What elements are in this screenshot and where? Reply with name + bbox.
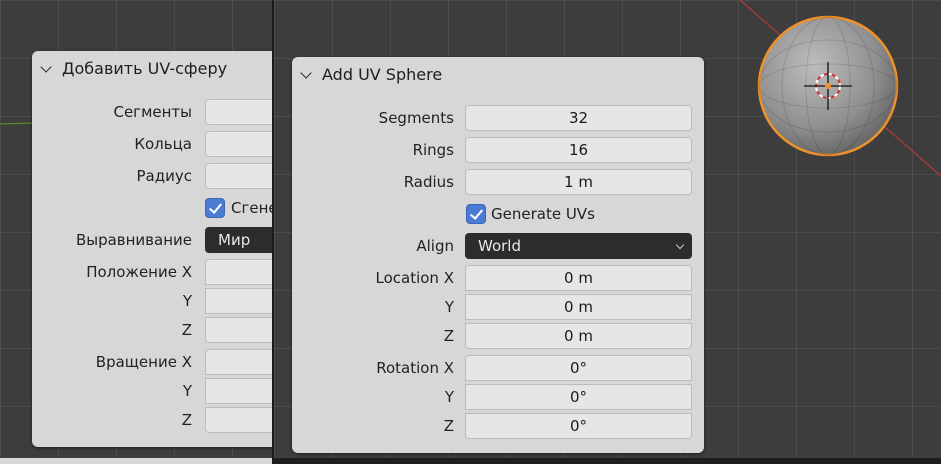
chevron-down-icon[interactable] [300, 68, 314, 82]
location-y-field-ru[interactable] [205, 288, 272, 314]
segments-field[interactable]: 32 [465, 105, 692, 131]
segments-label-ru: Сегменты [113, 103, 192, 121]
generate-uvs-label-ru: Сгене [231, 199, 272, 217]
rotation-x-field[interactable]: 0° [465, 355, 692, 381]
left-bottom-strip [0, 458, 272, 464]
chevron-down-icon[interactable] [40, 62, 54, 76]
radius-field-ru[interactable] [205, 163, 272, 189]
rotation-y-label-ru: Y [182, 382, 192, 400]
panel-header-ru[interactable]: Добавить UV-сферу [40, 59, 227, 78]
location-x-field-ru[interactable] [205, 259, 272, 285]
rotation-x-field-ru[interactable] [205, 349, 272, 375]
rotation-y-field-ru[interactable] [205, 378, 272, 404]
add-uv-sphere-panel-ru: Добавить UV-сферу Сегменты Кольца Радиус… [32, 51, 272, 447]
radius-label: Radius [403, 173, 454, 191]
panel-title-ru: Добавить UV-сферу [62, 59, 228, 78]
location-y-label: Y [444, 298, 454, 316]
segments-label: Segments [378, 109, 454, 127]
location-x-label: Location X [375, 269, 455, 287]
rotation-x-label-ru: Вращение X [95, 353, 192, 371]
location-z-label: Z [443, 327, 454, 345]
generate-uvs-label: Generate UVs [491, 205, 595, 223]
location-z-field-ru[interactable] [205, 317, 272, 343]
location-x-field[interactable]: 0 m [465, 265, 692, 291]
panel-title: Add UV Sphere [322, 65, 443, 84]
align-dropdown-ru[interactable]: Мир [205, 227, 272, 253]
rotation-y-field[interactable]: 0° [465, 384, 692, 410]
location-z-label-ru: Z [181, 321, 192, 339]
segments-field-ru[interactable] [205, 99, 272, 125]
location-x-label-ru: Положение X [86, 263, 192, 281]
add-uv-sphere-panel: Add UV Sphere Segments 32 Rings 16 Radiu… [292, 57, 704, 453]
rings-field-ru[interactable] [205, 131, 272, 157]
align-value: World [478, 237, 521, 255]
rings-label-ru: Кольца [134, 135, 192, 153]
align-label-ru: Выравнивание [75, 231, 192, 249]
radius-field[interactable]: 1 m [465, 169, 692, 195]
align-dropdown[interactable]: World [465, 233, 692, 259]
panel-header[interactable]: Add UV Sphere [300, 65, 442, 84]
rotation-y-label: Y [444, 388, 454, 406]
rotation-x-label: Rotation X [376, 359, 454, 377]
right-bottom-strip [274, 458, 941, 464]
location-y-label-ru: Y [182, 292, 192, 310]
left-viewport-region: Добавить UV-сферу Сегменты Кольца Радиус… [0, 0, 272, 464]
rings-field[interactable]: 16 [465, 137, 692, 163]
align-value-ru: Мир [218, 231, 251, 249]
rotation-z-field-ru[interactable] [205, 407, 272, 433]
rotation-z-field[interactable]: 0° [465, 413, 692, 439]
chevron-down-icon [675, 240, 685, 250]
rotation-z-label-ru: Z [181, 411, 192, 429]
align-label: Align [416, 237, 454, 255]
rotation-z-label: Z [443, 417, 454, 435]
radius-label-ru: Радиус [136, 167, 192, 185]
generate-uvs-checkbox[interactable] [466, 204, 486, 224]
rings-label: Rings [412, 141, 454, 159]
generate-uvs-checkbox-ru[interactable] [205, 198, 225, 218]
location-y-field[interactable]: 0 m [465, 294, 692, 320]
location-z-field[interactable]: 0 m [465, 323, 692, 349]
